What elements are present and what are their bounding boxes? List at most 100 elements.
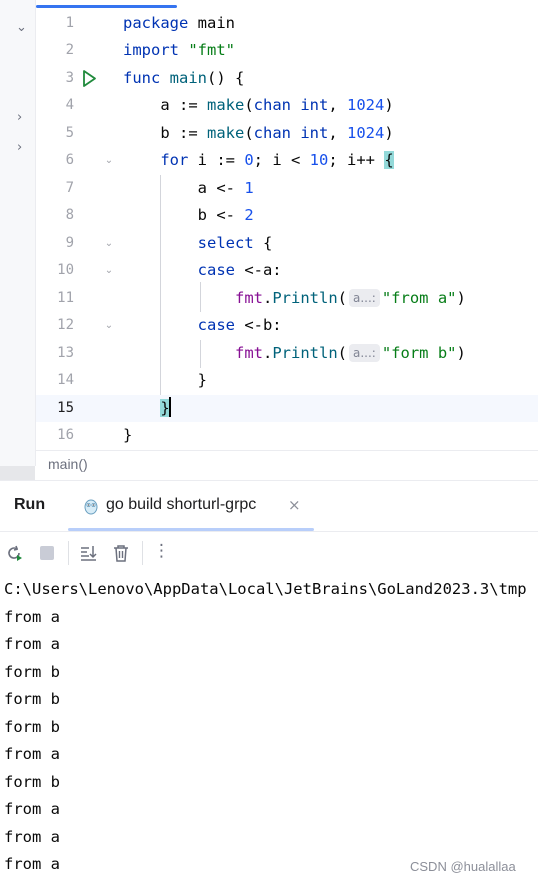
- number-literal: 1: [244, 179, 254, 197]
- project-tool-strip: ⌄ › ›: [0, 0, 36, 466]
- code-line[interactable]: b := make(chan int, 1024): [123, 120, 394, 147]
- code-text: ; i <: [253, 151, 310, 169]
- code-line-active[interactable]: }: [123, 395, 171, 422]
- line-number: 12: [57, 317, 74, 333]
- code-text: a :=: [123, 96, 207, 114]
- keyword: case: [197, 261, 235, 279]
- code-text: b <-: [123, 206, 245, 224]
- scroll-to-end-icon[interactable]: [78, 543, 98, 563]
- console-line: from a: [4, 607, 60, 626]
- code-line[interactable]: case <-b:: [123, 312, 282, 339]
- divider: [68, 541, 69, 565]
- line-number: 4: [65, 97, 74, 113]
- keyword: int: [300, 124, 329, 142]
- line-number: 6: [65, 152, 74, 168]
- code-line[interactable]: package main: [123, 10, 235, 37]
- number-literal: 1024: [347, 124, 385, 142]
- code-text: {: [253, 234, 273, 252]
- horizontal-scrollbar[interactable]: [0, 466, 35, 480]
- code-text: <-b:: [234, 316, 282, 334]
- punctuation: ): [456, 344, 466, 362]
- console-line: from a: [4, 800, 60, 818]
- identifier: main: [188, 14, 235, 32]
- fold-icon[interactable]: ⌄: [101, 230, 117, 257]
- number-literal: 1024: [347, 96, 385, 114]
- keyword: int: [300, 96, 329, 114]
- run-panel-title[interactable]: Run: [14, 496, 45, 514]
- string-literal: "fmt": [179, 41, 235, 59]
- console-line: form b: [4, 690, 60, 708]
- keyword: for: [160, 151, 189, 169]
- rerun-icon[interactable]: [4, 543, 24, 563]
- chevron-down-icon[interactable]: ⌄: [16, 20, 27, 35]
- run-configuration-tab[interactable]: go build shorturl-grpc: [106, 496, 256, 514]
- matched-brace: {: [384, 151, 394, 169]
- string-literal: "form b": [381, 344, 457, 362]
- function-call: Println: [272, 344, 338, 362]
- fold-icon[interactable]: ⌄: [101, 257, 117, 284]
- line-number-active: 15: [57, 400, 74, 416]
- punctuation: ,: [328, 124, 348, 142]
- line-number: 5: [65, 125, 74, 141]
- stop-icon[interactable]: [37, 543, 57, 563]
- fold-icon[interactable]: ⌄: [101, 312, 117, 339]
- keyword: import: [123, 41, 179, 59]
- editor-tab-indicator: [36, 5, 177, 8]
- breadcrumb[interactable]: main(): [48, 456, 88, 472]
- number-literal: 10: [309, 151, 329, 169]
- code-line[interactable]: b <- 2: [123, 202, 254, 229]
- punctuation: ): [384, 96, 394, 114]
- code-line[interactable]: a <- 1: [123, 175, 254, 202]
- code-line[interactable]: a := make(chan int, 1024): [123, 92, 394, 119]
- function-name: main: [160, 69, 207, 87]
- keyword: package: [123, 14, 189, 32]
- number-literal: 2: [244, 206, 254, 224]
- console-line: from a: [4, 635, 60, 653]
- close-icon[interactable]: ×: [288, 496, 301, 514]
- console-line: from a: [4, 745, 60, 763]
- package-ref: fmt: [234, 289, 263, 307]
- code-line[interactable]: }: [123, 422, 132, 449]
- line-number: 16: [57, 427, 74, 443]
- keyword: func: [123, 69, 161, 87]
- punctuation: (: [337, 344, 347, 362]
- line-number: 8: [65, 207, 74, 223]
- punctuation: ): [384, 124, 394, 142]
- code-line[interactable]: case <-a:: [123, 257, 282, 284]
- code-line[interactable]: import "fmt": [123, 37, 235, 64]
- watermark: CSDN @hualallaa: [410, 859, 516, 874]
- console-line: C:\Users\Lenovo\AppData\Local\JetBrains\…: [4, 580, 527, 598]
- keyword: select: [197, 234, 254, 252]
- string-literal: "from a": [381, 289, 457, 307]
- code-line[interactable]: func main() {: [123, 65, 244, 92]
- run-gutter-icon[interactable]: [81, 65, 97, 92]
- keyword: chan: [253, 96, 291, 114]
- punctuation: (: [244, 124, 254, 142]
- chevron-right-icon[interactable]: ›: [17, 140, 22, 155]
- line-number: 3: [65, 70, 74, 86]
- text-caret: [168, 397, 171, 417]
- chevron-right-icon[interactable]: ›: [17, 110, 22, 125]
- code-line[interactable]: for i := 0; i < 10; i++ {: [123, 147, 394, 174]
- number-literal: 0: [244, 151, 254, 169]
- code-line[interactable]: fmt.Println(a...: "from a"): [123, 285, 466, 312]
- more-icon[interactable]: ⋮: [153, 541, 170, 561]
- clear-icon[interactable]: [111, 543, 131, 563]
- code-line[interactable]: fmt.Println(a...: "form b"): [123, 340, 466, 367]
- code-text: ; i++: [328, 151, 385, 169]
- code-text: i :=: [188, 151, 245, 169]
- line-number: 1: [65, 15, 74, 31]
- function-call: Println: [272, 289, 338, 307]
- punctuation: () {: [207, 69, 245, 87]
- code-line[interactable]: }: [123, 367, 207, 394]
- fold-icon[interactable]: ⌄: [101, 147, 117, 174]
- parameter-hint: a...:: [349, 344, 380, 362]
- code-line[interactable]: select {: [123, 230, 273, 257]
